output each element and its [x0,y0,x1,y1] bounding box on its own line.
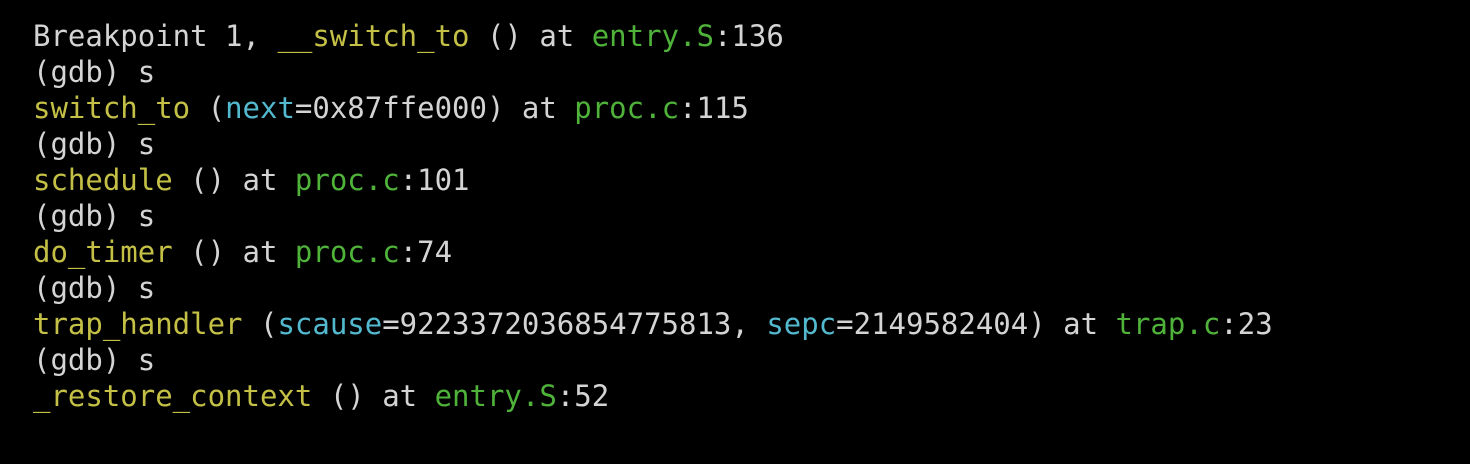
terminal-output[interactable]: Breakpoint 1, __switch_to () at entry.S:… [0,0,1470,464]
gdb-command: (gdb) s [33,199,156,233]
terminal-line: switch_to (next=0x87ffe000) at proc.c:11… [33,90,1470,126]
argument-name: next [225,91,295,125]
function-name: _restore_context [33,379,313,413]
source-file-name: proc.c [294,163,400,197]
output-text: () at [172,163,295,197]
terminal-line: trap_handler (scause=9223372036854775813… [33,306,1470,342]
function-name: switch_to [33,91,191,125]
function-name: __switch_to [277,19,470,53]
terminal-line: Breakpoint 1, __switch_to () at entry.S:… [33,18,1470,54]
function-name: trap_handler [33,307,243,341]
output-text: Breakpoint 1, [33,19,278,53]
gdb-command: (gdb) s [33,271,156,305]
function-name: schedule [33,163,173,197]
source-file-name: proc.c [574,91,680,125]
gdb-prompt-line: (gdb) s [33,126,1470,162]
output-text: ( [242,307,278,341]
output-text: () at [172,235,295,269]
function-name: do_timer [33,235,173,269]
output-text: :115 [679,91,749,125]
gdb-prompt-line: (gdb) s [33,342,1470,378]
gdb-command: (gdb) s [33,55,156,89]
source-file-name: entry.S [434,379,557,413]
gdb-command: (gdb) s [33,343,156,377]
gdb-command: (gdb) s [33,127,156,161]
gdb-prompt-line: (gdb) s [33,54,1470,90]
source-file-name: trap.c [1115,307,1221,341]
output-text: () at [469,19,592,53]
output-text: =2149582404) at [836,307,1116,341]
source-file-name: proc.c [294,235,400,269]
output-text: :52 [556,379,610,413]
output-text: =9223372036854775813, [382,307,767,341]
output-text: () at [312,379,435,413]
gdb-prompt-line: (gdb) s [33,270,1470,306]
argument-name: scause [277,307,383,341]
output-text: :74 [399,235,453,269]
terminal-line: schedule () at proc.c:101 [33,162,1470,198]
output-text: :23 [1220,307,1273,341]
argument-name: sepc [766,307,837,341]
terminal-line: _restore_context () at entry.S:52 [33,378,1470,414]
gdb-prompt-line: (gdb) s [33,198,1470,234]
source-file-name: entry.S [591,19,714,53]
output-text: :101 [399,163,470,197]
output-text: :136 [713,19,784,53]
output-text: ( [190,91,226,125]
output-text: =0x87ffe000) at [294,91,575,125]
terminal-line: do_timer () at proc.c:74 [33,234,1470,270]
